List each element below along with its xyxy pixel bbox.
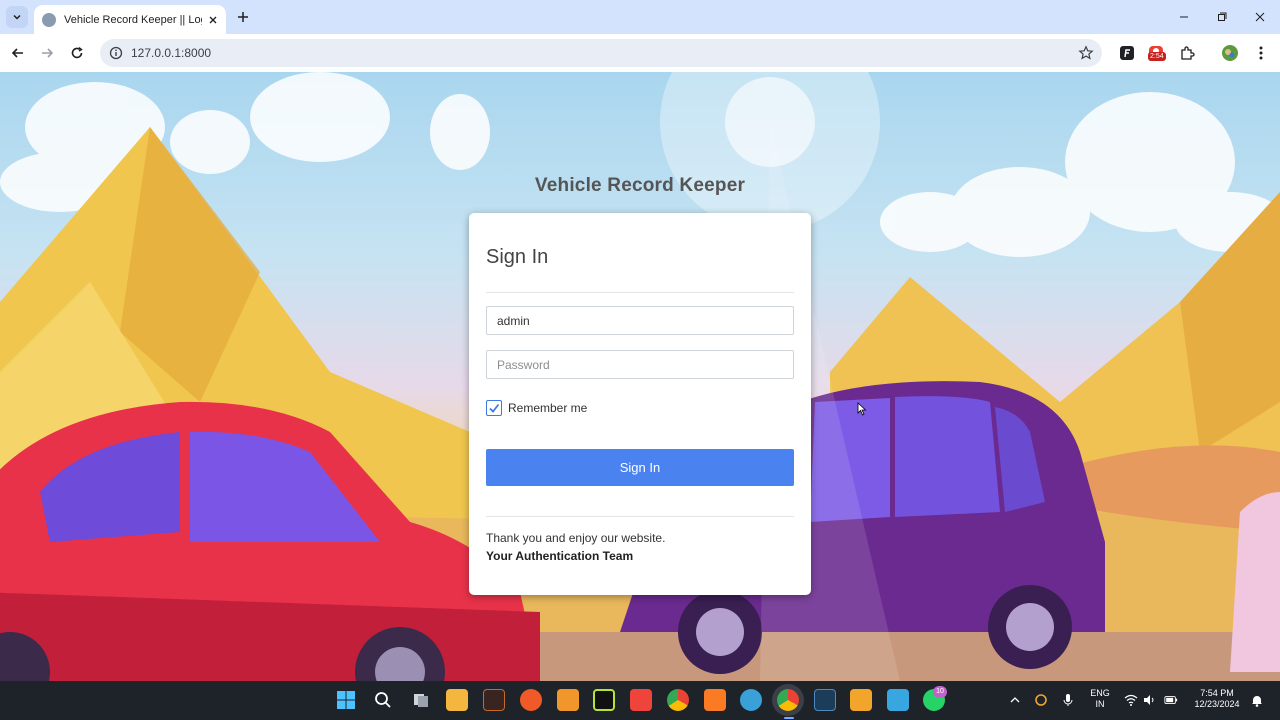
username-field[interactable] bbox=[486, 306, 794, 335]
taskbar: 10 ENG IN 7:54 PM 12/23/2024 bbox=[0, 681, 1280, 720]
app-icon[interactable] bbox=[520, 689, 542, 711]
remember-me-label: Remember me bbox=[508, 401, 588, 415]
xampp-icon[interactable] bbox=[704, 689, 726, 711]
browser-toolbar: 127.0.0.1:8000 2:54 bbox=[0, 34, 1280, 72]
screen: Vehicle Record Keeper || Login 127.0.0.1… bbox=[0, 0, 1280, 720]
signin-heading: Sign In bbox=[486, 246, 549, 268]
site-info-icon[interactable] bbox=[108, 45, 124, 61]
close-icon[interactable] bbox=[206, 13, 220, 27]
active-app-indicator bbox=[784, 717, 794, 719]
browser-icon[interactable] bbox=[740, 689, 762, 711]
clock-time: 7:54 PM bbox=[1200, 688, 1234, 698]
notification-bell-icon[interactable] bbox=[1250, 693, 1264, 707]
footer-signature: Your Authentication Team bbox=[486, 549, 634, 563]
more-menu-icon[interactable] bbox=[1252, 44, 1270, 62]
site-title: Vehicle Record Keeper bbox=[534, 175, 746, 196]
extension-f-icon[interactable] bbox=[1118, 44, 1136, 62]
language-indicator[interactable]: ENG IN bbox=[1088, 688, 1112, 710]
wifi-icon[interactable] bbox=[1124, 693, 1138, 707]
url-text: 127.0.0.1:8000 bbox=[131, 46, 212, 60]
bookmark-star-icon[interactable] bbox=[1078, 45, 1094, 61]
volume-icon[interactable] bbox=[1143, 693, 1157, 707]
heading-divider bbox=[486, 292, 794, 293]
close-window-button[interactable] bbox=[1251, 8, 1269, 26]
pycharm-icon[interactable] bbox=[593, 689, 615, 711]
mouse-cursor-icon bbox=[857, 402, 867, 416]
reload-icon bbox=[71, 46, 83, 59]
region-code: IN bbox=[1095, 699, 1105, 709]
notepad-icon[interactable] bbox=[887, 689, 909, 711]
checkmark-icon bbox=[489, 403, 500, 413]
remember-me-row[interactable]: Remember me bbox=[486, 400, 587, 416]
globe-icon bbox=[42, 12, 56, 27]
address-bar[interactable]: 127.0.0.1:8000 bbox=[100, 39, 1102, 67]
language-code: ENG bbox=[1090, 688, 1110, 698]
battery-icon[interactable] bbox=[1164, 693, 1178, 707]
clock-date: 12/23/2024 bbox=[1194, 699, 1240, 709]
task-view-icon[interactable] bbox=[412, 691, 430, 709]
page-viewport: Vehicle Record Keeper Sign In Remember m… bbox=[0, 72, 1280, 681]
new-tab-button[interactable] bbox=[234, 8, 252, 26]
browser-tab-active[interactable]: Vehicle Record Keeper || Login bbox=[34, 5, 226, 34]
tab-search-button[interactable] bbox=[6, 6, 28, 28]
chrome-active-icon[interactable] bbox=[777, 689, 799, 711]
clock[interactable]: 7:54 PM 12/23/2024 bbox=[1186, 688, 1248, 710]
chevron-down-icon bbox=[13, 14, 21, 20]
app-icon[interactable] bbox=[557, 689, 579, 711]
minimize-icon bbox=[1180, 16, 1188, 18]
password-field[interactable] bbox=[486, 350, 794, 379]
signin-button[interactable]: Sign In bbox=[486, 449, 794, 486]
login-card: Sign In Remember me Sign In Thank you an… bbox=[469, 213, 811, 595]
file-explorer-icon[interactable] bbox=[446, 689, 468, 711]
footer-message: Thank you and enjoy our website. bbox=[486, 531, 666, 545]
browser-tabstrip: Vehicle Record Keeper || Login bbox=[0, 0, 1280, 34]
maximize-button[interactable] bbox=[1213, 8, 1231, 26]
arrow-right-icon bbox=[42, 48, 54, 58]
sync-icon[interactable] bbox=[1034, 693, 1048, 707]
terminal-icon[interactable] bbox=[814, 689, 836, 711]
chrome-icon[interactable] bbox=[667, 689, 689, 711]
plus-icon bbox=[238, 12, 248, 22]
back-button[interactable] bbox=[8, 43, 28, 63]
profile-avatar[interactable] bbox=[1221, 44, 1239, 62]
sublime-text-icon[interactable] bbox=[850, 689, 872, 711]
windows-start-icon[interactable] bbox=[336, 690, 356, 710]
forward-button[interactable] bbox=[37, 43, 57, 63]
reload-button[interactable] bbox=[67, 43, 87, 63]
close-icon bbox=[1255, 12, 1265, 22]
extensions-puzzle-icon[interactable] bbox=[1178, 44, 1196, 62]
tab-title: Vehicle Record Keeper || Login bbox=[64, 13, 202, 26]
microphone-icon[interactable] bbox=[1061, 693, 1075, 707]
restore-icon bbox=[1218, 12, 1227, 21]
arrow-left-icon bbox=[11, 48, 23, 58]
chevron-up-icon[interactable] bbox=[1008, 693, 1022, 707]
anydesk-icon[interactable] bbox=[630, 689, 652, 711]
extension-badge: 2:54 bbox=[1148, 52, 1166, 61]
minimize-button[interactable] bbox=[1175, 8, 1193, 26]
app-icon[interactable] bbox=[483, 689, 505, 711]
whatsapp-badge: 10 bbox=[933, 686, 947, 698]
search-icon[interactable] bbox=[374, 691, 392, 709]
remember-me-checkbox[interactable] bbox=[486, 400, 502, 416]
footer-divider bbox=[486, 516, 794, 517]
